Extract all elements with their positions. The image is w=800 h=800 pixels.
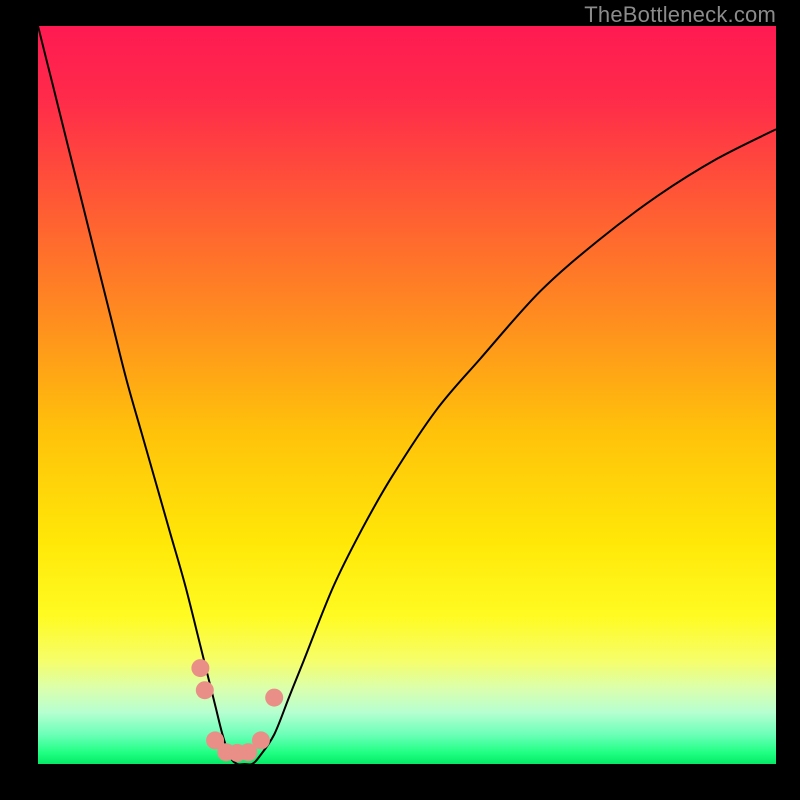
chart-frame: TheBottleneck.com bbox=[0, 0, 800, 800]
marker-dot bbox=[191, 659, 209, 677]
plot-area bbox=[38, 26, 776, 764]
curve-markers bbox=[191, 659, 283, 762]
marker-dot bbox=[252, 731, 270, 749]
bottleneck-curve bbox=[38, 26, 776, 764]
watermark-text: TheBottleneck.com bbox=[584, 2, 776, 28]
marker-dot bbox=[196, 681, 214, 699]
curve-layer bbox=[38, 26, 776, 764]
marker-dot bbox=[265, 689, 283, 707]
